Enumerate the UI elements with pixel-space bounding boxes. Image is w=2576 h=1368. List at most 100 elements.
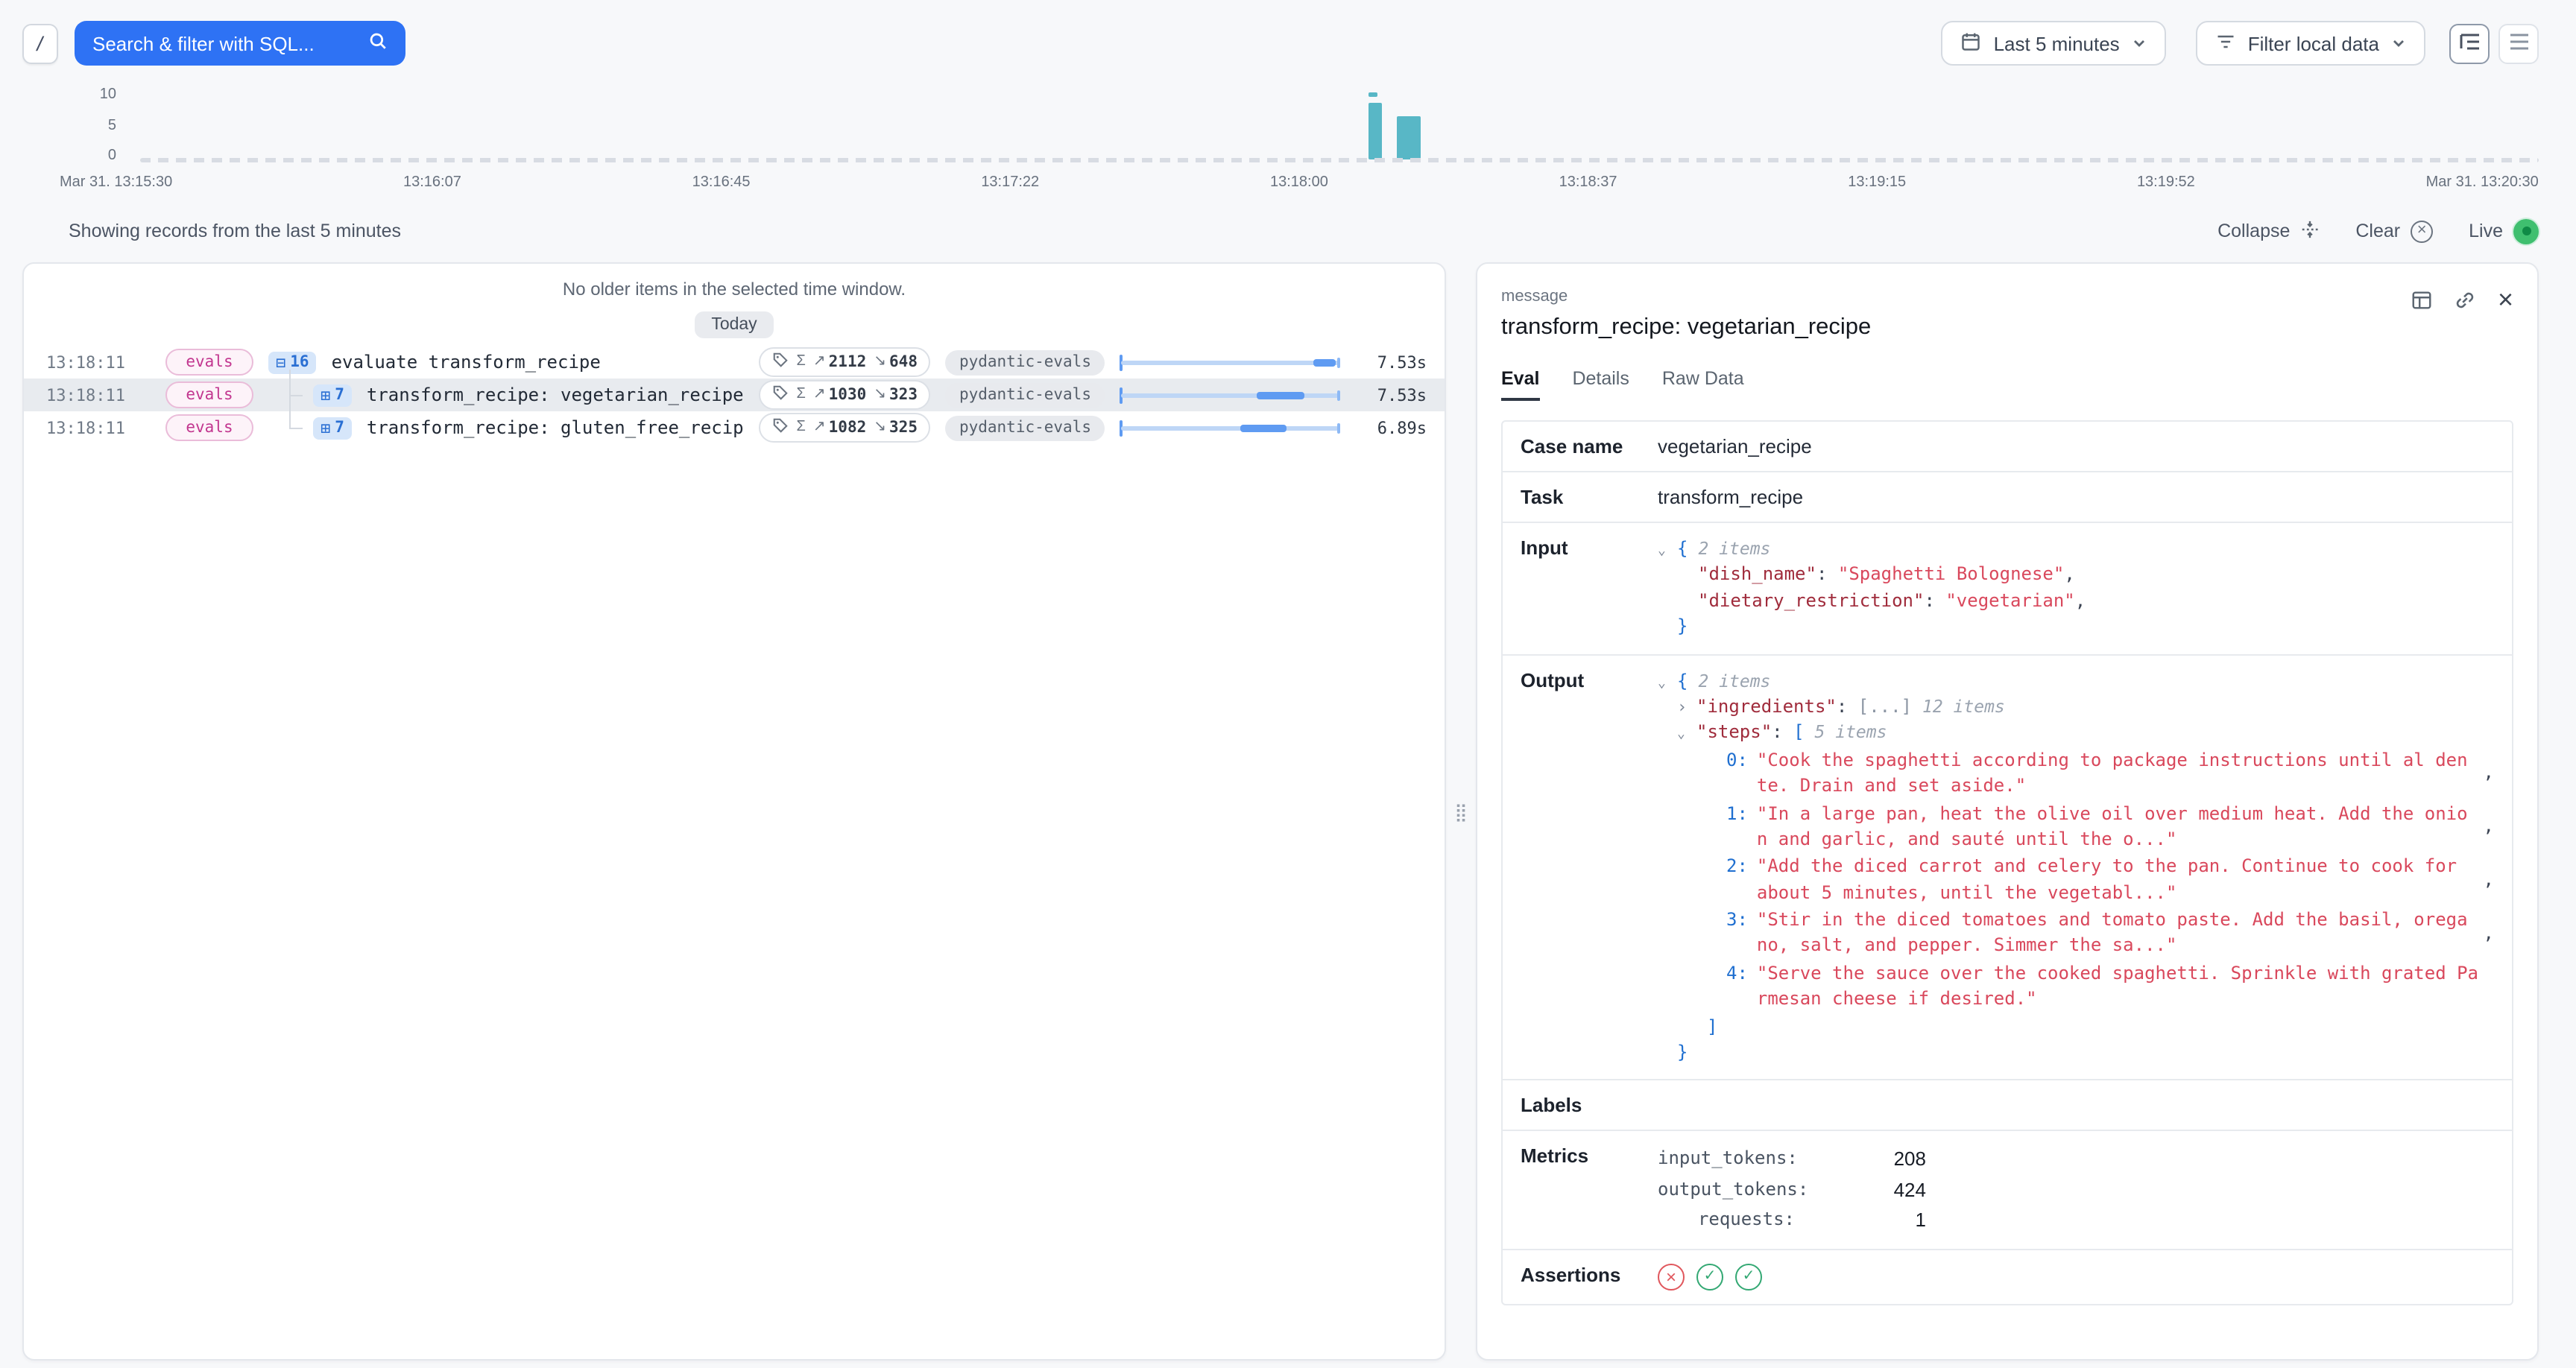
json-string-value: "Add the diced carrot and celery to the … xyxy=(1757,855,2472,907)
sql-search-button[interactable]: Search & filter with SQL... xyxy=(75,21,405,66)
live-status-icon xyxy=(2513,218,2539,244)
json-comma: , xyxy=(2472,761,2494,787)
assertion-fail-icon[interactable] xyxy=(1658,1264,1685,1291)
x-axis-tick: 13:18:00 xyxy=(1270,174,1328,191)
input-tokens-arrow-icon xyxy=(813,387,826,402)
span-title[interactable]: transform_recipe: vegetarian_recipe xyxy=(367,384,745,405)
trace-row[interactable]: 13:18:11 evals 7 transform_recipe: glute… xyxy=(24,411,1445,444)
collapse-node-icon[interactable] xyxy=(1658,542,1677,562)
filter-local-data-dropdown[interactable]: Filter local data xyxy=(2196,21,2425,66)
labels-value xyxy=(1658,1095,2494,1117)
collapse-icon xyxy=(2300,218,2320,244)
collapse-button[interactable]: Collapse xyxy=(2217,218,2320,244)
trace-row[interactable]: 13:18:11 evals 7 transform_recipe: veget… xyxy=(24,379,1445,411)
live-toggle-button[interactable]: Live xyxy=(2469,218,2539,244)
case-name-label: Case name xyxy=(1521,435,1658,457)
assertion-pass-icon[interactable] xyxy=(1696,1264,1723,1291)
span-count-toggle[interactable]: 7 xyxy=(313,384,352,406)
span-count-toggle[interactable]: 16 xyxy=(268,351,317,373)
metrics-label: Metrics xyxy=(1521,1145,1658,1235)
expand-node-icon[interactable] xyxy=(1677,696,1696,720)
filter-icon xyxy=(2215,31,2236,56)
clear-label: Clear xyxy=(2355,221,2400,241)
duration-text: 7.53s xyxy=(1355,352,1427,372)
x-axis-tick: 13:16:45 xyxy=(692,174,751,191)
panel-resize-handle[interactable] xyxy=(1454,802,1468,820)
metrics-row: Metrics input_tokens:208 output_tokens:4… xyxy=(1503,1132,2512,1250)
explore-icon[interactable] xyxy=(2411,288,2434,311)
x-axis-tick: 13:19:52 xyxy=(2137,174,2195,191)
output-tokens-arrow-icon xyxy=(874,355,886,370)
tab-eval[interactable]: Eval xyxy=(1501,368,1539,401)
open-bracket: [ xyxy=(1793,722,1804,743)
assertion-pass-icon[interactable] xyxy=(1735,1264,1762,1291)
array-index: 3: xyxy=(1726,908,1748,960)
trace-row[interactable]: 13:18:11 evals 16 evaluate transform_rec… xyxy=(24,346,1445,379)
json-array-item: 2:"Add the diced carrot and celery to th… xyxy=(1658,855,2494,907)
token-metrics-pill: 1030 323 xyxy=(760,380,931,410)
clear-button[interactable]: Clear xyxy=(2355,220,2433,242)
sigma-icon xyxy=(797,355,806,370)
input-tokens-count: 2112 xyxy=(829,353,867,371)
y-axis-tick: 10 xyxy=(66,86,116,103)
assertions-row: Assertions xyxy=(1503,1250,2512,1304)
json-comma: , xyxy=(2064,564,2074,585)
time-range-dropdown[interactable]: Last 5 minutes xyxy=(1942,21,2166,66)
task-value: transform_recipe xyxy=(1658,486,2494,508)
package-tag[interactable]: pydantic-evals xyxy=(946,382,1105,408)
span-title[interactable]: transform_recipe: gluten_free_recipe xyxy=(367,417,745,438)
slash-shortcut-key: / xyxy=(22,23,58,63)
duration-bar xyxy=(1120,354,1340,370)
metric-value: 208 xyxy=(1795,1145,1926,1175)
json-string-value: "vegetarian" xyxy=(1945,590,2074,611)
scope-badge[interactable]: evals xyxy=(165,414,253,441)
scope-badge[interactable]: evals xyxy=(165,381,253,408)
copy-link-icon[interactable] xyxy=(2455,288,2477,311)
scope-badge[interactable]: evals xyxy=(165,349,253,376)
json-comma: , xyxy=(2472,921,2494,947)
json-array-item: 0:"Cook the spaghetti according to packa… xyxy=(1658,747,2494,799)
span-count: 7 xyxy=(335,419,344,437)
span-title[interactable]: evaluate transform_recipe xyxy=(332,352,745,373)
showing-records-text: Showing records from the last 5 minutes xyxy=(69,221,401,241)
duration-bar xyxy=(1120,419,1340,436)
tag-icon xyxy=(773,417,789,438)
calendar-icon xyxy=(1961,31,1982,56)
items-count-note: 2 items xyxy=(1698,538,1770,559)
collapsed-array[interactable]: [...] xyxy=(1858,696,1912,717)
json-entry: "dish_name""Spaghetti Bolognese", xyxy=(1658,563,2494,589)
tab-raw-data[interactable]: Raw Data xyxy=(1662,368,1744,401)
package-tag[interactable]: pydantic-evals xyxy=(946,349,1105,375)
span-count-toggle[interactable]: 7 xyxy=(313,417,352,439)
input-json-viewer: {2 items "dish_name""Spaghetti Bolognese… xyxy=(1658,536,2494,640)
package-tag[interactable]: pydantic-evals xyxy=(946,415,1105,440)
collapse-node-icon[interactable] xyxy=(1658,674,1677,694)
today-pill[interactable]: Today xyxy=(695,311,773,338)
close-bracket: ] xyxy=(1707,1016,1717,1036)
task-label: Task xyxy=(1521,486,1658,508)
x-axis-tick: 13:17:22 xyxy=(981,174,1039,191)
output-row: Output {2 items "ingredients"[...]12 ite… xyxy=(1503,655,2512,1081)
tree-connector-stub xyxy=(289,395,303,396)
json-string-value: "Cook the spaghetti according to package… xyxy=(1757,747,2472,799)
open-brace: { xyxy=(1677,670,1688,691)
array-index: 1: xyxy=(1726,801,1748,853)
tree-view-icon xyxy=(2459,32,2480,54)
json-string-value: "Stir in the diced tomatoes and tomato p… xyxy=(1757,908,2472,960)
collapse-node-icon[interactable] xyxy=(1677,726,1696,746)
x-axis-labels: Mar 31. 13:15:30 13:16:07 13:16:45 13:17… xyxy=(60,174,2539,191)
x-axis-tick: Mar 31. 13:15:30 xyxy=(60,174,172,191)
tree-connector-line xyxy=(289,370,291,428)
assertions-value xyxy=(1658,1264,2494,1291)
close-icon[interactable] xyxy=(2498,286,2513,313)
timeline-bar[interactable] xyxy=(1368,103,1382,159)
array-index: 2: xyxy=(1726,855,1748,907)
timeline-plot-area[interactable] xyxy=(140,83,2539,162)
tab-details[interactable]: Details xyxy=(1572,368,1629,401)
timeline-bar[interactable] xyxy=(1397,115,1421,159)
json-array-item: 1:"In a large pan, heat the olive oil ov… xyxy=(1658,801,2494,853)
tree-view-button[interactable] xyxy=(2449,23,2490,63)
list-view-button[interactable] xyxy=(2498,23,2539,63)
json-key: "ingredients" xyxy=(1696,696,1858,717)
search-icon xyxy=(368,31,388,55)
